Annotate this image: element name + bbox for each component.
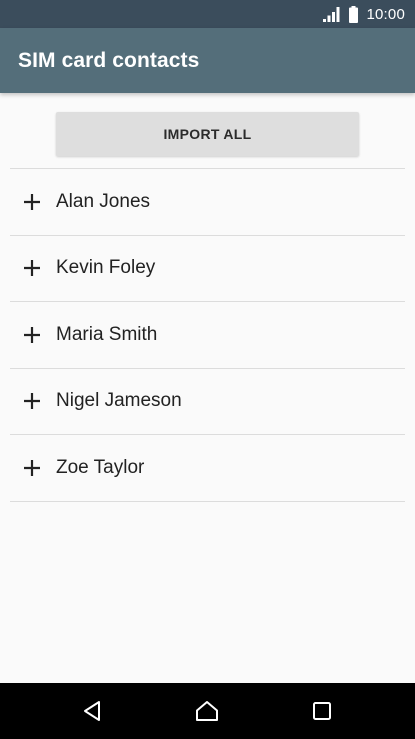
back-icon[interactable] (62, 683, 122, 739)
app-bar: SIM card contacts (0, 28, 415, 93)
import-all-button[interactable]: IMPORT ALL (56, 112, 359, 156)
navigation-bar (0, 683, 415, 739)
contact-row[interactable]: Alan Jones (10, 169, 405, 236)
contact-name: Nigel Jameson (56, 390, 182, 412)
page-title: SIM card contacts (18, 48, 200, 72)
plus-icon[interactable] (10, 235, 54, 301)
contacts-content: IMPORT ALL Alan Jones Kevin Foley Maria … (0, 93, 415, 683)
home-icon[interactable] (177, 683, 237, 739)
plus-icon[interactable] (10, 368, 54, 434)
contact-row[interactable]: Kevin Foley (10, 235, 405, 302)
status-bar: 10:00 (0, 0, 415, 28)
battery-icon (349, 5, 359, 23)
plus-icon[interactable] (10, 169, 54, 235)
contact-row[interactable]: Maria Smith (10, 302, 405, 369)
plus-icon[interactable] (10, 302, 54, 368)
plus-icon[interactable] (10, 435, 54, 501)
contact-row[interactable]: Nigel Jameson (10, 368, 405, 435)
contact-name: Zoe Taylor (56, 456, 145, 478)
clock: 10:00 (366, 5, 405, 23)
contact-row[interactable]: Zoe Taylor (10, 435, 405, 502)
contact-name: Alan Jones (56, 190, 151, 212)
signal-icon (323, 6, 341, 22)
recents-icon[interactable] (292, 683, 352, 739)
contact-name: Maria Smith (56, 323, 158, 345)
contact-list: Alan Jones Kevin Foley Maria Smith Nigel… (10, 168, 405, 502)
status-icons: 10:00 (323, 0, 405, 28)
contact-name: Kevin Foley (56, 257, 156, 279)
